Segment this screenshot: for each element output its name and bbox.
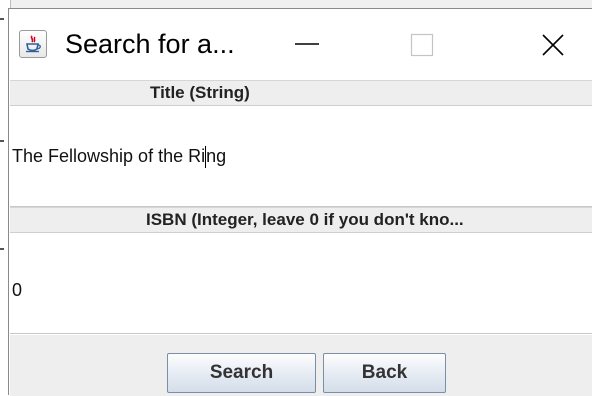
minimize-icon — [295, 43, 319, 45]
close-icon — [542, 34, 564, 56]
background-window-mark — [0, 248, 4, 250]
title-input[interactable]: The Fellowship of the Ring — [10, 106, 592, 207]
background-window-mark — [0, 140, 4, 142]
window-title: Search for a... — [65, 29, 235, 59]
java-cup-icon-graphic — [26, 35, 41, 53]
close-button[interactable] — [523, 9, 583, 79]
title-header-label: Title (String) — [150, 83, 250, 102]
isbn-column-header: ISBN (Integer, leave 0 if you don't kno.… — [10, 207, 592, 233]
isbn-input-text: 0 — [12, 280, 23, 300]
title-column-header: Title (String) — [10, 80, 592, 106]
back-button[interactable]: Back — [323, 353, 446, 393]
isbn-input[interactable]: 0 — [10, 233, 592, 334]
java-cup-icon[interactable] — [19, 30, 47, 58]
title-input-text-after-caret: ng — [206, 146, 227, 166]
isbn-header-label: ISBN (Integer, leave 0 if you don't kno.… — [146, 210, 464, 229]
title-input-text-before-caret: The Fellowship of the Ri — [12, 146, 206, 166]
button-bar: Search Back — [10, 335, 592, 396]
maximize-icon — [410, 33, 434, 57]
search-button[interactable]: Search — [167, 353, 316, 393]
title-bar[interactable]: Search for a... — [9, 9, 592, 79]
background-window-mark — [0, 18, 4, 20]
minimize-button[interactable] — [277, 9, 337, 79]
search-dialog: Search for a... Title (String) The Fello… — [8, 8, 592, 396]
maximize-button[interactable] — [392, 9, 452, 79]
